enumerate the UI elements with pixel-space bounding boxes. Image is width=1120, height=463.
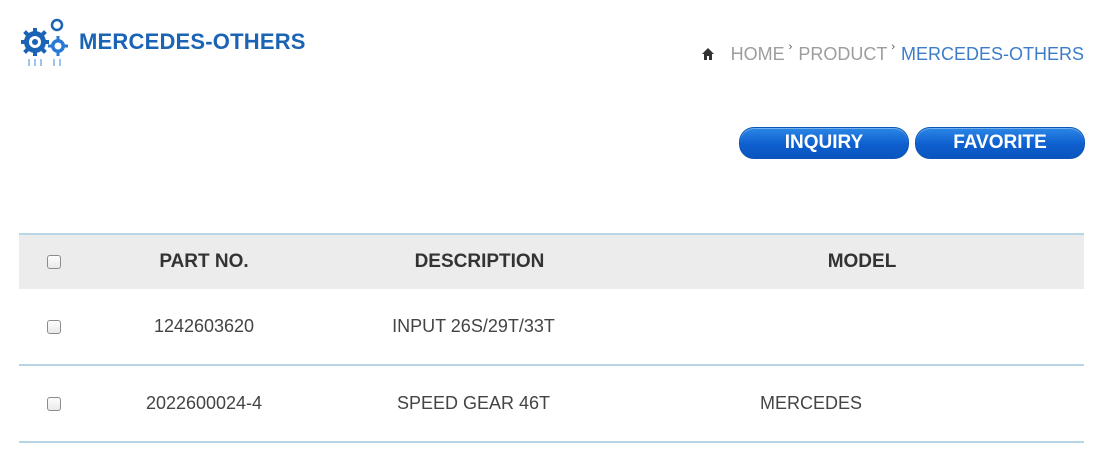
row-checkbox[interactable] [47,319,61,334]
column-header-model: MODEL [827,251,897,272]
description-cell: INPUT 26S/29T/33T [392,316,555,336]
gears-icon [19,16,71,68]
page-header: MERCEDES-OTHERS [19,16,306,68]
action-buttons: INQUIRY FAVORITE [739,127,1085,159]
parts-table: PART NO. DESCRIPTION MODEL 1242603620 IN… [19,233,1084,443]
breadcrumb-product[interactable]: PRODUCT [798,44,887,65]
breadcrumb-current: MERCEDES-OTHERS [900,44,1084,64]
select-all-checkbox[interactable] [47,255,61,269]
breadcrumb-separator: › [788,40,793,53]
breadcrumb-separator: › [891,40,895,53]
description-cell: SPEED GEAR 46T [396,393,551,413]
inquiry-button[interactable]: INQUIRY [739,127,909,159]
breadcrumb-home[interactable]: HOME [731,44,785,65]
column-header-description: DESCRIPTION [414,251,545,272]
row-select-cell [18,396,90,411]
table-header: PART NO. DESCRIPTION MODEL [19,233,1084,289]
part-no-cell: 1242603620 [153,316,255,336]
select-all-cell [18,255,90,269]
column-header-part-no: PART NO. [159,251,249,272]
row-checkbox[interactable] [47,396,61,411]
breadcrumb: HOME › PRODUCT › MERCEDES-OTHERS [701,40,1084,65]
home-icon[interactable] [701,45,715,60]
table-row: 2022600024-4 SPEED GEAR 46T MERCEDES [19,366,1084,443]
part-no-cell: 2022600024-4 [145,393,263,413]
page-title: MERCEDES-OTHERS [79,29,306,54]
model-cell: MERCEDES [760,393,863,413]
favorite-button[interactable]: FAVORITE [915,127,1085,159]
table-row: 1242603620 INPUT 26S/29T/33T [19,289,1084,366]
row-select-cell [18,319,90,334]
